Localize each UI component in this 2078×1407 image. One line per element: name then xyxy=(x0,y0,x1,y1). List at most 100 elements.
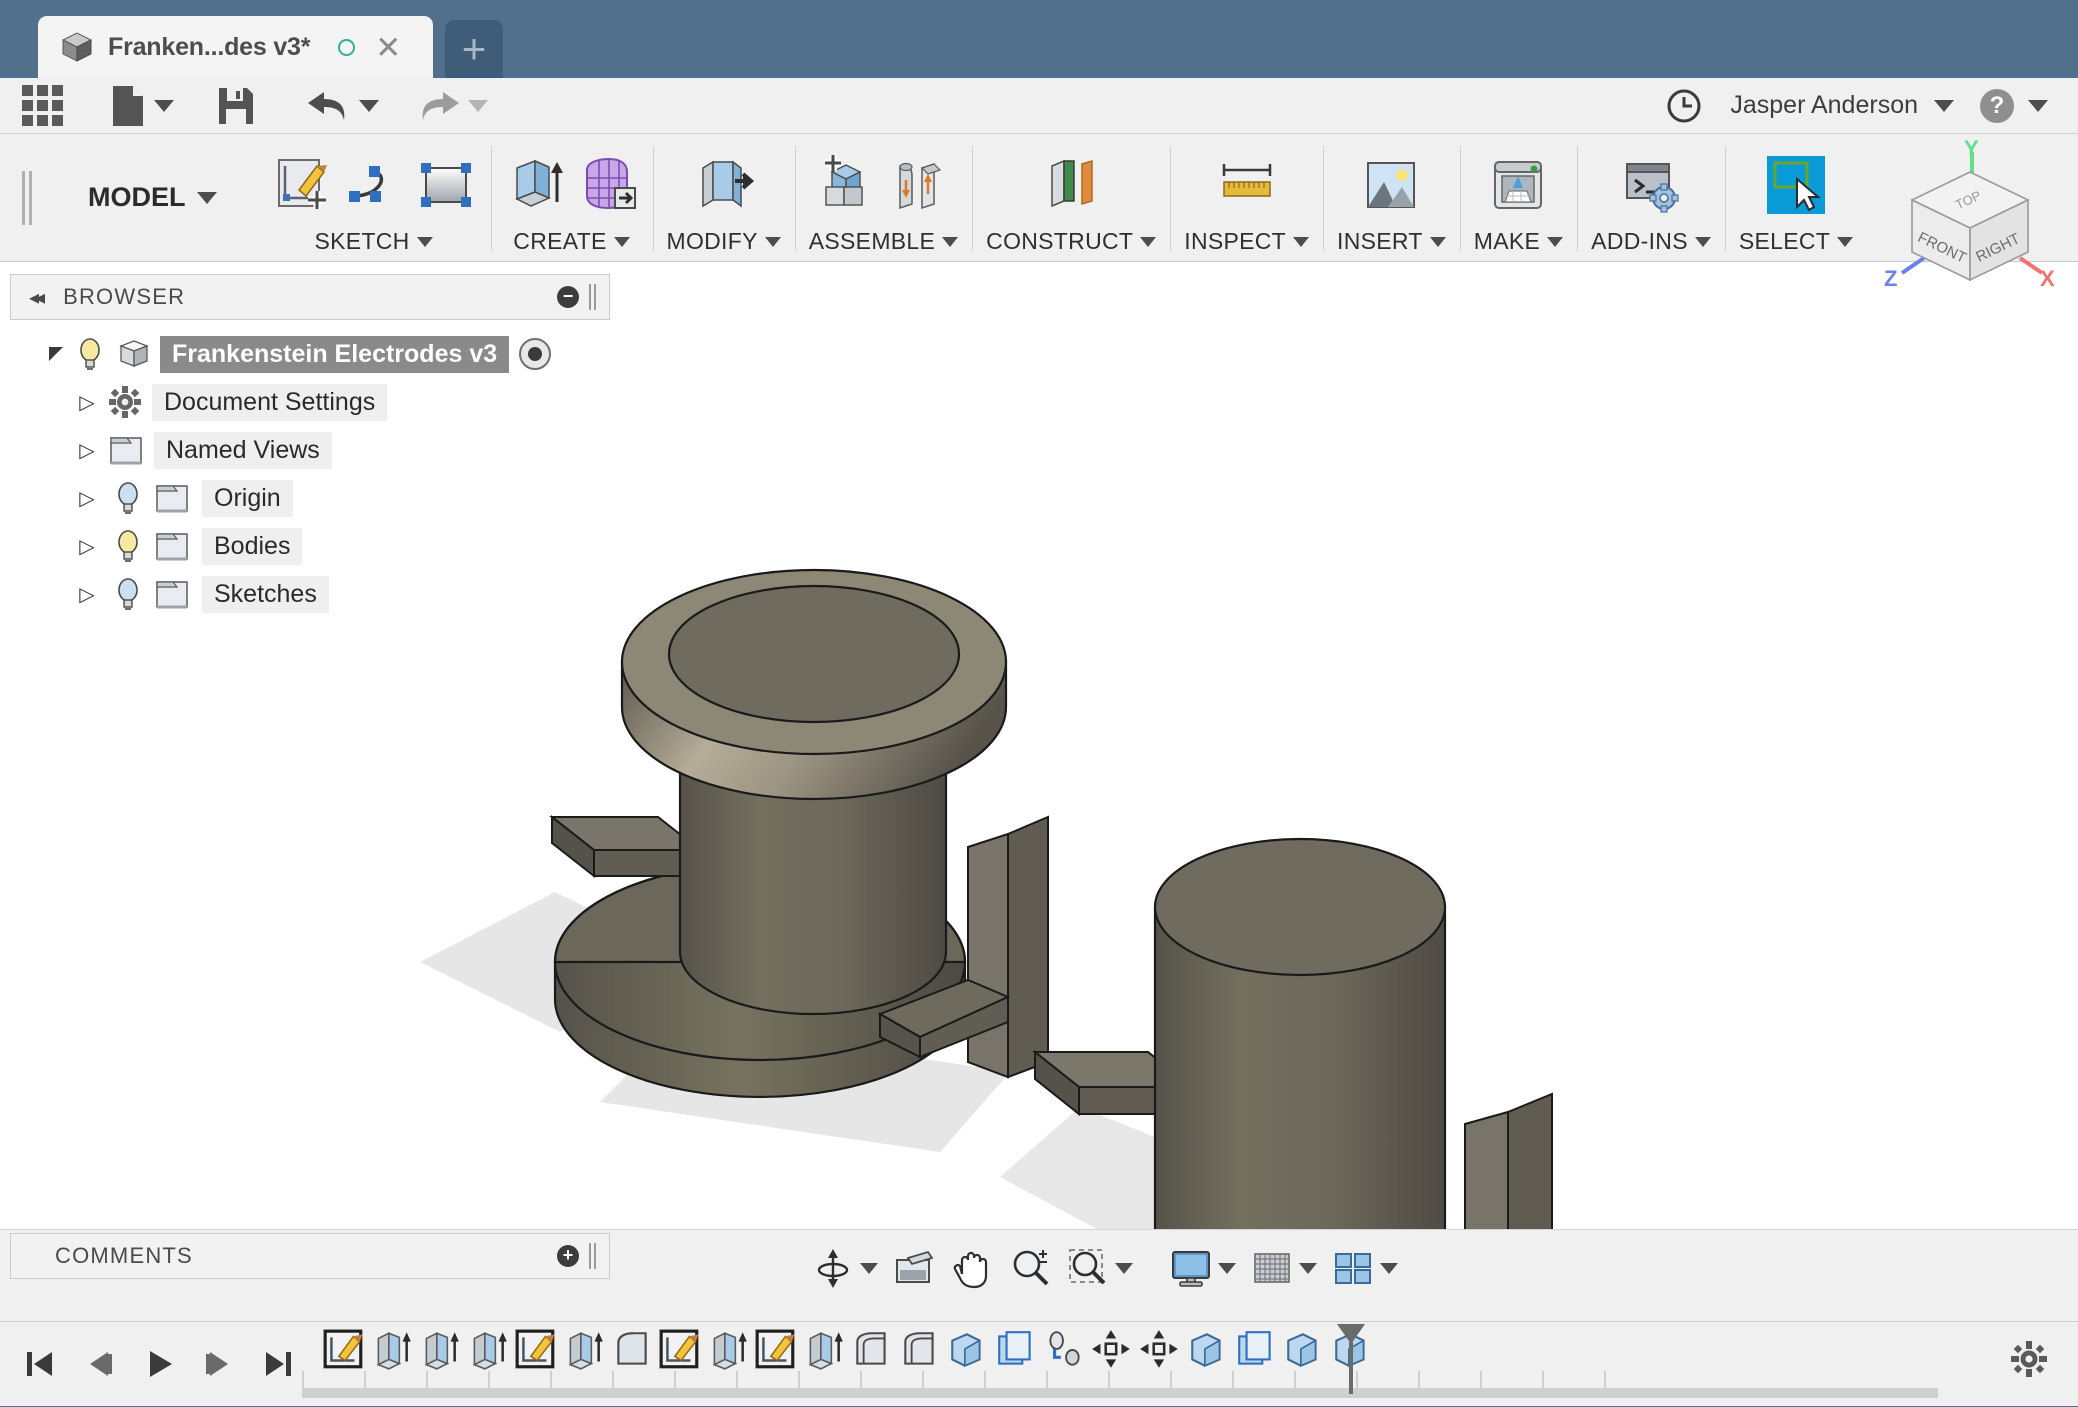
activate-component-radio[interactable] xyxy=(519,338,552,370)
fillet-feature-icon[interactable] xyxy=(610,1328,654,1372)
create-sketch-icon[interactable] xyxy=(271,154,333,216)
orbit-button[interactable] xyxy=(806,1243,883,1293)
sketch-feature-icon[interactable] xyxy=(322,1328,366,1372)
display-settings-button[interactable] xyxy=(1164,1243,1241,1293)
ribbon-grip[interactable] xyxy=(22,170,38,225)
chevron-down-icon[interactable] xyxy=(1380,1262,1398,1274)
ribbon-group-label[interactable]: MAKE xyxy=(1474,228,1564,255)
shell-feature-icon[interactable] xyxy=(898,1328,942,1372)
paste-feature-icon[interactable] xyxy=(1234,1328,1278,1372)
grid-snaps-button[interactable] xyxy=(1245,1243,1322,1293)
sketch-feature-icon[interactable] xyxy=(514,1328,558,1372)
electrode-body-right[interactable] xyxy=(1000,837,1560,1229)
undo-button[interactable] xyxy=(296,82,389,130)
expand-arrow-right-icon[interactable]: ▷ xyxy=(72,438,102,463)
pan-button[interactable] xyxy=(945,1243,999,1293)
look-at-button[interactable] xyxy=(887,1243,941,1293)
sidebar-item-named-views[interactable]: ▷ Named Views xyxy=(10,426,610,474)
extrude-feature-icon[interactable] xyxy=(418,1328,462,1372)
press-pull-icon[interactable] xyxy=(693,154,755,216)
ribbon-group-label[interactable]: ASSEMBLE xyxy=(809,228,959,255)
chevron-down-icon[interactable] xyxy=(1115,1262,1133,1274)
ribbon-group-label[interactable]: INSPECT xyxy=(1184,228,1310,255)
close-icon[interactable]: ✕ xyxy=(375,32,401,63)
user-menu-button[interactable]: Jasper Anderson xyxy=(1730,91,1954,120)
offset-plane-icon[interactable] xyxy=(1040,154,1102,216)
paste-feature-icon[interactable] xyxy=(994,1328,1038,1372)
script-addin-icon[interactable] xyxy=(1620,154,1682,216)
expand-arrow-right-icon[interactable]: ▷ xyxy=(72,390,102,415)
view-cube[interactable]: Y Z X FRONT RIGHT TOP xyxy=(1880,136,2060,300)
step-forward-icon[interactable] xyxy=(202,1347,236,1381)
extrude-feature-icon[interactable] xyxy=(706,1328,750,1372)
ribbon-group-label[interactable]: ADD-INS xyxy=(1591,228,1711,255)
extrude-feature-icon[interactable] xyxy=(370,1328,414,1372)
extrude-feature-icon[interactable] xyxy=(466,1328,510,1372)
ribbon-group-label[interactable]: CREATE xyxy=(513,228,630,255)
expand-arrow-down-icon[interactable] xyxy=(42,345,72,363)
ribbon-group-label[interactable]: SELECT xyxy=(1739,228,1854,255)
ribbon-group-label[interactable]: INSERT xyxy=(1337,228,1446,255)
new-component-icon[interactable] xyxy=(816,154,878,216)
chevron-down-icon[interactable] xyxy=(359,99,379,112)
chevron-down-icon[interactable] xyxy=(1218,1262,1236,1274)
clock-icon[interactable] xyxy=(1664,86,1704,126)
add-comment-icon[interactable]: + xyxy=(557,1245,579,1267)
move-feature-icon[interactable] xyxy=(1090,1328,1134,1372)
double-left-arrow-icon[interactable]: ◂◂ xyxy=(29,285,45,310)
ribbon-group-label[interactable]: SKETCH xyxy=(314,228,433,255)
zoom-window-button[interactable] xyxy=(1061,1243,1138,1293)
tree-root-item[interactable]: Frankenstein Electrodes v3 xyxy=(10,330,610,378)
document-tab[interactable]: Franken...des v3* ✕ xyxy=(38,16,433,78)
skip-end-icon[interactable] xyxy=(262,1347,296,1381)
3d-print-icon[interactable] xyxy=(1487,154,1549,216)
sketch-feature-icon[interactable] xyxy=(754,1328,798,1372)
comments-header[interactable]: COMMENTS + xyxy=(10,1233,610,1279)
minimize-icon[interactable]: − xyxy=(557,286,579,308)
timeline-end-marker[interactable] xyxy=(1334,1322,1368,1401)
spline-icon[interactable] xyxy=(343,154,405,216)
panel-resize-grip[interactable] xyxy=(589,284,599,310)
sidebar-item-sketches[interactable]: ▷ Sketches xyxy=(10,570,610,618)
align-feature-icon[interactable] xyxy=(1042,1328,1086,1372)
light-bulb-icon[interactable] xyxy=(110,576,146,612)
new-tab-button[interactable]: + xyxy=(445,20,503,78)
panel-resize-grip[interactable] xyxy=(589,1243,599,1269)
save-button[interactable] xyxy=(206,82,266,130)
electrode-body-left[interactable] xyxy=(420,568,1049,1152)
expand-arrow-right-icon[interactable]: ▷ xyxy=(72,534,102,559)
sidebar-item-origin[interactable]: ▷ Origin xyxy=(10,474,610,522)
sidebar-item-document-settings[interactable]: ▷ Document Settings xyxy=(10,378,610,426)
extrude-feature-icon[interactable] xyxy=(562,1328,606,1372)
rectangle-icon[interactable] xyxy=(415,154,477,216)
shell-feature-icon[interactable] xyxy=(850,1328,894,1372)
insert-image-icon[interactable] xyxy=(1360,154,1422,216)
ribbon-group-label[interactable]: MODIFY xyxy=(667,228,781,255)
extrude-icon[interactable] xyxy=(505,154,567,216)
workspace-switcher[interactable]: MODEL xyxy=(48,134,257,261)
light-bulb-icon[interactable] xyxy=(110,528,146,564)
move-feature-icon[interactable] xyxy=(1138,1328,1182,1372)
redo-button[interactable] xyxy=(405,82,498,130)
help-menu-button[interactable]: ? xyxy=(1980,88,2048,123)
light-bulb-icon[interactable] xyxy=(72,336,108,372)
joint-icon[interactable] xyxy=(888,154,950,216)
measure-icon[interactable] xyxy=(1216,154,1278,216)
form-icon[interactable] xyxy=(577,154,639,216)
chevron-down-icon[interactable] xyxy=(1299,1262,1317,1274)
copy-feature-icon[interactable] xyxy=(1282,1328,1326,1372)
copy-feature-icon[interactable] xyxy=(1186,1328,1230,1372)
sidebar-item-bodies[interactable]: ▷ Bodies xyxy=(10,522,610,570)
new-document-button[interactable] xyxy=(99,82,184,130)
skip-start-icon[interactable] xyxy=(22,1347,56,1381)
expand-arrow-right-icon[interactable]: ▷ xyxy=(72,486,102,511)
sketch-feature-icon[interactable] xyxy=(658,1328,702,1372)
app-grid-button[interactable] xyxy=(0,82,73,130)
extrude-feature-icon[interactable] xyxy=(802,1328,846,1372)
ribbon-group-label[interactable]: CONSTRUCT xyxy=(986,228,1157,255)
chevron-down-icon[interactable] xyxy=(154,99,174,112)
viewports-button[interactable] xyxy=(1326,1243,1403,1293)
select-cursor-icon[interactable] xyxy=(1765,154,1827,216)
chevron-down-icon[interactable] xyxy=(860,1262,878,1274)
chevron-down-icon[interactable] xyxy=(468,99,488,112)
